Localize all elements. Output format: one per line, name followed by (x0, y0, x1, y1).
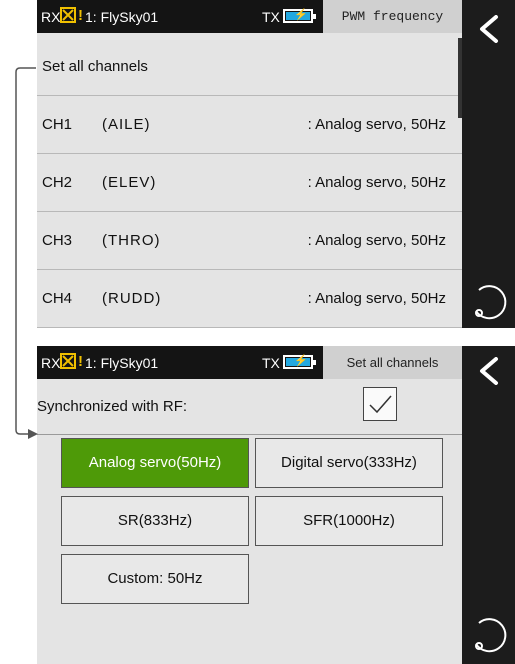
tx-label: TX (262, 9, 280, 25)
rx-label: RX (41, 9, 61, 25)
warning-icon: ! (78, 7, 83, 24)
channel-id: CH4 (42, 290, 73, 307)
channel-value: : Analog servo, 50Hz (307, 116, 446, 133)
sync-label: Synchronized with RF: (37, 398, 188, 415)
model-name: 1: FlySky01 (85, 9, 159, 25)
channel-value: : Analog servo, 50Hz (307, 174, 446, 191)
chevron-left-icon[interactable] (476, 357, 502, 385)
channel-row-ch4[interactable]: CH4 (RUDD) : Analog servo, 50Hz (37, 270, 462, 328)
battery-bolt: ⚡ (294, 9, 308, 21)
option-sr[interactable]: SR(833Hz) (61, 496, 249, 546)
battery-bolt: ⚡ (294, 355, 308, 367)
set-all-channels-item[interactable]: Set all channels (37, 38, 462, 96)
pwm-frequency-screen: RX ! 1: FlySky01 TX ⚡ PWM frequency Set … (37, 0, 462, 328)
channel-row-ch3[interactable]: CH3 (THRO) : Analog servo, 50Hz (37, 212, 462, 270)
x-box-icon (60, 7, 76, 23)
tx-label: TX (262, 355, 280, 371)
channel-function: (AILE) (102, 116, 151, 133)
chevron-left-icon[interactable] (476, 15, 502, 43)
x-box-icon (60, 353, 76, 369)
set-all-channels-screen: RX ! 1: FlySky01 TX ⚡ Set all channels S… (37, 346, 462, 664)
page-title: PWM frequency (323, 0, 462, 33)
status-bar: RX ! 1: FlySky01 TX ⚡ PWM frequency (37, 0, 462, 33)
channel-function: (ELEV) (102, 174, 157, 191)
channel-id: CH3 (42, 232, 73, 249)
page-title: Set all channels (323, 346, 462, 379)
option-custom[interactable]: Custom: 50Hz (61, 554, 249, 604)
rx-label: RX (41, 355, 61, 371)
option-analog-servo[interactable]: Analog servo(50Hz) (61, 438, 249, 488)
set-all-label: Set all channels (42, 58, 148, 75)
side-nav-bottom (462, 346, 515, 664)
side-nav-top (462, 0, 515, 328)
channel-function: (RUDD) (102, 290, 162, 307)
channel-value: : Analog servo, 50Hz (307, 290, 446, 307)
battery-icon: ⚡ (283, 9, 316, 23)
channel-value: : Analog servo, 50Hz (307, 232, 446, 249)
flow-connector (15, 67, 38, 439)
divider (37, 434, 462, 435)
model-name: 1: FlySky01 (85, 355, 159, 371)
warning-icon: ! (78, 353, 83, 370)
channel-id: CH1 (42, 116, 73, 133)
option-digital-servo[interactable]: Digital servo(333Hz) (255, 438, 443, 488)
refresh-icon[interactable] (467, 281, 509, 323)
refresh-icon[interactable] (467, 614, 509, 656)
option-sfr[interactable]: SFR(1000Hz) (255, 496, 443, 546)
channel-row-ch2[interactable]: CH2 (ELEV) : Analog servo, 50Hz (37, 154, 462, 212)
channel-row-ch1[interactable]: CH1 (AILE) : Analog servo, 50Hz (37, 96, 462, 154)
sync-checkbox[interactable] (363, 387, 397, 421)
channel-id: CH2 (42, 174, 73, 191)
battery-icon: ⚡ (283, 355, 316, 369)
status-bar: RX ! 1: FlySky01 TX ⚡ Set all channels (37, 346, 462, 379)
channel-function: (THRO) (102, 232, 161, 249)
checkmark-icon (369, 395, 392, 414)
